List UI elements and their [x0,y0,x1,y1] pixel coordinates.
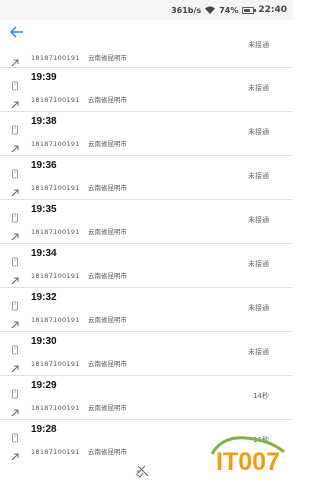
call-status: 未接通 [248,41,269,49]
call-log-row[interactable]: 19:32 18187100191 云南省昆明市 未接通 [0,288,293,332]
battery-icon [242,6,257,14]
wifi-icon [205,6,216,14]
outgoing-call-icon [10,447,20,461]
call-number: 18187100191 [31,404,80,412]
call-record-icon [10,120,20,135]
call-location: 云南省昆明市 [88,404,127,412]
call-location: 云南省昆明市 [88,360,127,368]
call-number: 18187100191 [31,54,80,62]
outgoing-call-icon [10,227,20,241]
call-status: 14秒 [253,392,269,400]
call-log-row[interactable]: 19:34 18187100191 云南省昆明市 未接通 [0,244,293,288]
it007-watermark: IT007 [206,434,290,478]
call-time: 19:39 [31,72,57,83]
call-number: 18187100191 [31,96,80,104]
watermark-text: IT007 [216,448,280,476]
call-time: 19:32 [31,292,57,303]
call-time: 19:30 [31,336,57,347]
call-time: 19:29 [31,380,57,391]
call-location: 云南省昆明市 [88,272,127,280]
outgoing-call-icon [10,53,20,67]
call-status: 未接通 [248,348,269,356]
call-number: 18187100191 [31,184,80,192]
call-record-icon [10,252,20,267]
call-time: 19:38 [31,116,57,127]
call-log-row[interactable]: 19:29 18187100191 云南省昆明市 14秒 [0,376,293,420]
call-log-list: 18187100191 云南省昆明市 未接通 19:39 18187100191 云南省昆… [0,38,293,464]
call-log-row[interactable]: 18187100191 云南省昆明市 未接通 [0,38,293,68]
call-log-row[interactable]: 19:36 18187100191 云南省昆明市 未接通 [0,156,293,200]
call-record-icon [10,296,20,311]
call-status: 未接通 [248,172,269,180]
call-location: 云南省昆明市 [88,228,127,236]
call-location: 云南省昆明市 [88,316,127,324]
call-number: 18187100191 [31,448,80,456]
call-record-icon [10,428,20,443]
outgoing-call-icon [10,183,20,197]
call-record-icon [10,164,20,179]
outgoing-call-icon [10,315,20,329]
call-status: 未接通 [248,216,269,224]
call-record-icon [10,208,20,223]
outgoing-call-icon [10,403,20,417]
call-number: 18187100191 [31,140,80,148]
outgoing-call-icon [10,359,20,373]
status-time: 22:40 [258,5,287,15]
call-log-row[interactable]: 19:38 18187100191 云南省昆明市 未接通 [0,112,293,156]
call-location: 云南省昆明市 [88,96,127,104]
call-time: 19:36 [31,160,57,171]
call-number: 18187100191 [31,272,80,280]
call-location: 云南省昆明市 [88,54,127,62]
call-time: 19:35 [31,204,57,215]
call-number: 18187100191 [31,228,80,236]
call-log-row[interactable]: 19:35 18187100191 云南省昆明市 未接通 [0,200,293,244]
call-location: 云南省昆明市 [88,448,127,456]
status-bar: 361b/s 74% 22:40 [0,0,293,20]
call-log-row[interactable]: 19:39 18187100191 云南省昆明市 未接通 [0,68,293,112]
network-speed: 361b/s [171,5,202,15]
call-location: 云南省昆明市 [88,140,127,148]
call-number: 18187100191 [31,360,80,368]
call-record-icon [10,76,20,91]
outgoing-call-icon [10,95,20,109]
call-record-icon [10,340,20,355]
status-indicators: 361b/s 74% 22:40 [171,3,287,17]
call-status: 未接通 [248,128,269,136]
call-status: 未接通 [248,84,269,92]
collapse-icon[interactable] [135,464,151,478]
call-location: 云南省昆明市 [88,184,127,192]
call-status: 未接通 [248,304,269,312]
call-status: 未接通 [248,260,269,268]
call-time: 19:28 [31,424,57,435]
outgoing-call-icon [10,271,20,285]
battery-percent: 74% [219,5,239,15]
call-log-row[interactable]: 19:30 18187100191 云南省昆明市 未接通 [0,332,293,376]
outgoing-call-icon [10,139,20,153]
call-time: 19:34 [31,248,57,259]
call-record-icon [10,384,20,399]
call-number: 18187100191 [31,316,80,324]
